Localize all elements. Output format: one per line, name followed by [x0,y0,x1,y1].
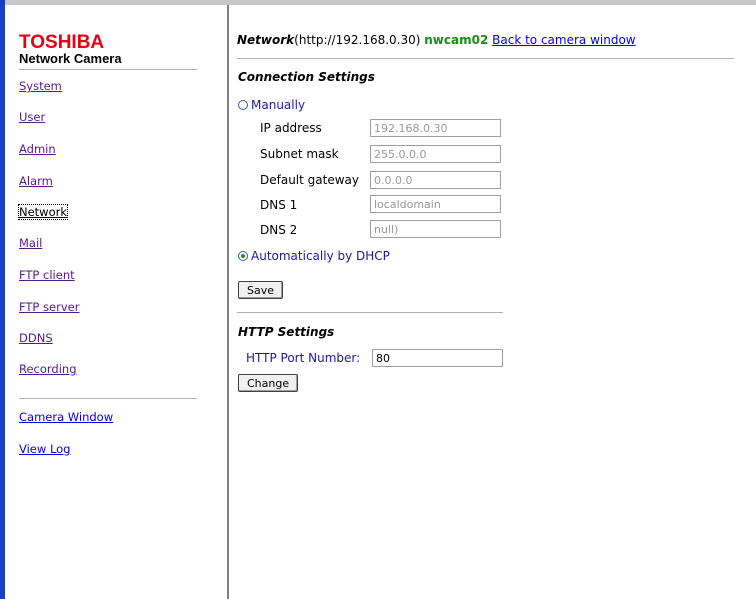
sidebar-item-admin[interactable]: Admin [19,142,56,156]
http-port-field[interactable] [372,349,503,367]
ip-address-field[interactable] [370,119,501,137]
dns2-label: DNS 2 [260,223,298,237]
sidebar-item-camera-window[interactable]: Camera Window [19,410,113,424]
header-divider [237,58,734,59]
section-divider [237,312,503,313]
default-gateway-label: Default gateway [260,173,359,187]
dhcp-option[interactable]: Automatically by DHCP [238,249,390,263]
sidebar-item-ftp-client[interactable]: FTP client [19,268,75,282]
sidebar-item-alarm[interactable]: Alarm [19,174,53,188]
ip-address-label: IP address [260,121,322,135]
page-header: Network(http://192.168.0.30) nwcam02 Bac… [237,33,636,47]
manual-radio[interactable] [238,100,248,110]
camera-url: (http://192.168.0.30) [294,33,421,47]
product-name: Network Camera [19,51,122,66]
manual-label: Manually [251,98,306,112]
subnet-mask-label: Subnet mask [260,147,339,161]
back-to-camera-link[interactable]: Back to camera window [492,33,635,47]
sidebar-item-recording[interactable]: Recording [19,362,77,376]
page-title: Network [237,33,295,47]
sidebar-item-view-log[interactable]: View Log [19,442,71,456]
http-port-label: HTTP Port Number: [246,351,361,365]
default-gateway-field[interactable] [370,171,501,189]
sidebar-item-network[interactable]: Network [17,204,69,220]
sidebar-item-user[interactable]: User [19,110,45,124]
dhcp-radio[interactable] [238,251,248,261]
camera-name: nwcam02 [424,33,489,47]
main-panel: Network(http://192.168.0.30) nwcam02 Bac… [229,5,756,599]
save-button[interactable]: Save [238,281,284,299]
sidebar-item-ftp-server[interactable]: FTP server [19,300,79,314]
dns1-field[interactable] [370,195,501,213]
http-settings-heading: HTTP Settings [238,325,335,339]
brand-logo: TOSHIBA Network Camera [19,33,122,66]
sidebar-item-system[interactable]: System [19,79,62,93]
sidebar-item-mail[interactable]: Mail [19,236,42,250]
sidebar-item-ddns[interactable]: DDNS [19,331,53,345]
change-button[interactable]: Change [238,374,299,392]
sidebar-divider [19,398,197,399]
sidebar-divider [19,69,197,70]
sidebar: TOSHIBA Network Camera System User Admin… [5,5,227,599]
manual-option[interactable]: Manually [238,98,305,112]
brand-name: TOSHIBA [19,32,105,53]
subnet-mask-field[interactable] [370,145,501,163]
dns2-field[interactable] [370,220,501,238]
dns1-label: DNS 1 [260,198,298,212]
dhcp-label: Automatically by DHCP [251,249,390,263]
connection-settings-heading: Connection Settings [238,70,375,84]
